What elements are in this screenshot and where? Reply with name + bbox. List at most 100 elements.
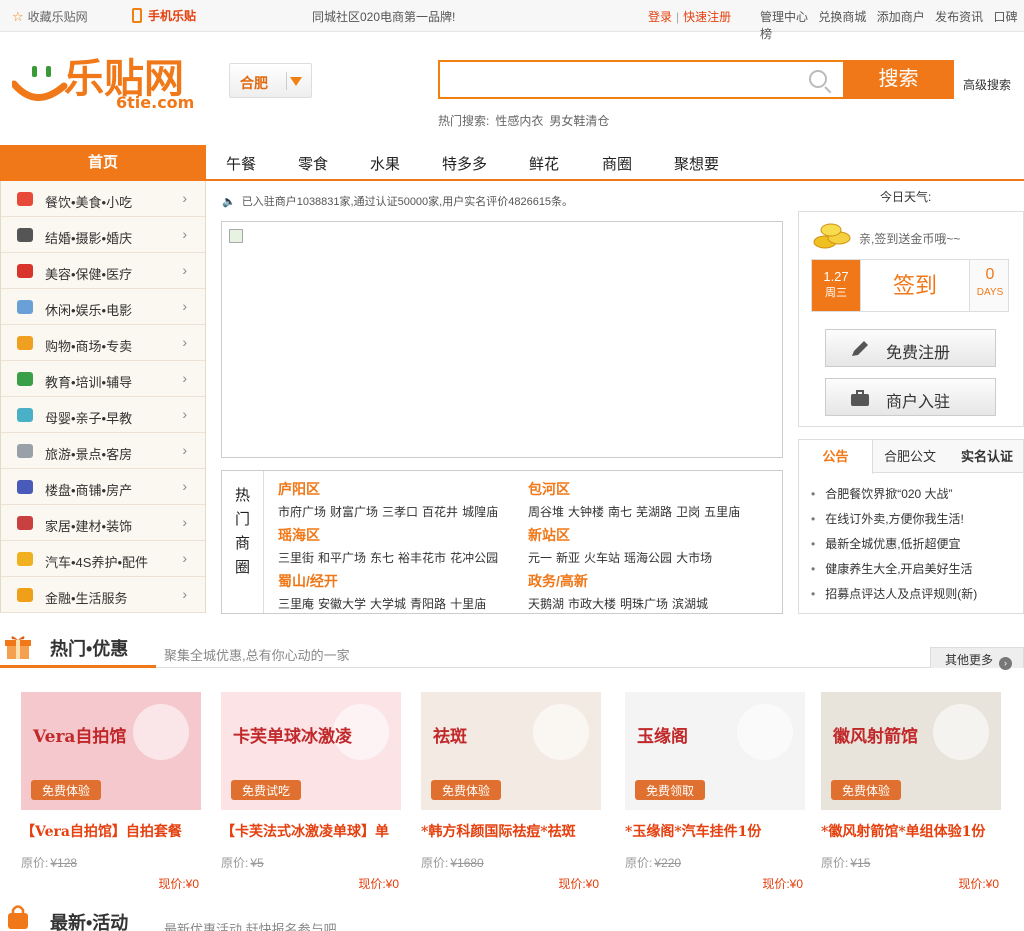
announcement-item[interactable]: 在线订外卖,方便你我生活! — [811, 508, 1023, 533]
deal-name[interactable]: *徽风射箭馆*单组体验1份 — [821, 821, 1003, 841]
district-area-link[interactable]: 和平广场 — [318, 551, 366, 565]
district-area-link[interactable]: 三孝口 — [382, 505, 418, 519]
free-register-button[interactable]: 免费注册 — [825, 329, 996, 367]
deal-image[interactable]: 玉缘阁 免费领取 — [625, 692, 805, 810]
deal-image[interactable]: 徽风射箭馆 免费体验 — [821, 692, 1001, 810]
more-deals-link[interactable]: 其他更多 › — [930, 647, 1024, 670]
favorite-link[interactable]: ☆ 收藏乐贴网 — [12, 8, 88, 25]
district-area-link[interactable]: 周谷堆 — [528, 505, 564, 519]
district-area-link[interactable]: 市政大楼 — [568, 597, 616, 611]
nav-item-juxiangyao[interactable]: 聚想要 — [674, 153, 719, 174]
district-area-link[interactable]: 五里庙 — [704, 505, 740, 519]
nav-item-flowers[interactable]: 鲜花 — [529, 153, 559, 174]
district-area-link[interactable]: 十里庙 — [450, 597, 486, 611]
category-item[interactable]: 餐饮•美食•小吃 › — [1, 181, 205, 217]
district-area-link[interactable]: 大市场 — [676, 551, 712, 565]
announcement-item[interactable]: 招募点评达人及点评规则(新) — [811, 583, 1023, 608]
category-item[interactable]: 美容•保健•医疗 › — [1, 253, 205, 289]
category-item[interactable]: 休闲•娱乐•电影 › — [1, 289, 205, 325]
district-area-link[interactable]: 三里街 — [278, 551, 314, 565]
category-item[interactable]: 家居•建材•装饰 › — [1, 505, 205, 541]
district-area-link[interactable]: 南七 — [608, 505, 632, 519]
district-area-link[interactable]: 三里庵 — [278, 597, 314, 611]
deal-image[interactable]: 祛斑 免费体验 — [421, 692, 601, 810]
nav-item-business-district[interactable]: 商圈 — [602, 153, 632, 174]
exchange-mall-link[interactable]: 兑换商城 — [818, 10, 866, 24]
nav-item-teduoduo[interactable]: 特多多 — [442, 153, 487, 174]
nav-item-snacks[interactable]: 零食 — [298, 153, 328, 174]
register-link[interactable]: 快速注册 — [683, 10, 731, 24]
category-item[interactable]: 楼盘•商铺•房产 › — [1, 469, 205, 505]
category-item[interactable]: 母婴•亲子•早教 › — [1, 397, 205, 433]
signin-button[interactable]: 签到 — [860, 260, 970, 311]
district-area-link[interactable]: 新亚 — [556, 551, 580, 565]
hot-search-term[interactable]: 男女鞋清仓 — [549, 114, 609, 128]
deal-card[interactable]: 卡芙单球冰激凌 免费试吃 【卡芙法式冰激凌单球】单 原价: ¥5 现价:¥0 — [221, 692, 403, 892]
district-area-link[interactable]: 大钟楼 — [568, 505, 604, 519]
site-logo[interactable]: 乐贴网 6tie.com — [10, 50, 202, 114]
deal-image[interactable]: 卡芙单球冰激凌 免费试吃 — [221, 692, 401, 810]
district-area-link[interactable]: 瑶海公园 — [624, 551, 672, 565]
district-area-link[interactable]: 城隍庙 — [462, 505, 498, 519]
district-area-link[interactable]: 财富广场 — [330, 505, 378, 519]
district-area-link[interactable]: 花冲公园 — [450, 551, 498, 565]
tab-hefei-docs[interactable]: 合肥公文 — [873, 440, 947, 473]
hot-search-term[interactable]: 性感内衣 — [495, 114, 543, 128]
nav-item-fruit[interactable]: 水果 — [370, 153, 400, 174]
nav-item-lunch[interactable]: 午餐 — [226, 153, 256, 174]
district-title[interactable]: 瑶海区 — [278, 525, 502, 545]
district-area-link[interactable]: 滨湖城 — [672, 597, 708, 611]
district-area-link[interactable]: 火车站 — [584, 551, 620, 565]
category-item[interactable]: 购物•商场•专卖 › — [1, 325, 205, 361]
announcement-item[interactable]: 健康养生大全,开启美好生活 — [811, 558, 1023, 583]
district-area-link[interactable]: 市府广场 — [278, 505, 326, 519]
deal-card[interactable]: 徽风射箭馆 免费体验 *徽风射箭馆*单组体验1份 原价: ¥15 现价:¥0 — [821, 692, 1003, 892]
district-area-link[interactable]: 裕丰花市 — [398, 551, 446, 565]
district-area-link[interactable]: 元一 — [528, 551, 552, 565]
district-area-link[interactable]: 天鹅湖 — [528, 597, 564, 611]
search-icon[interactable] — [809, 70, 827, 88]
district-title[interactable]: 政务/高新 — [528, 571, 712, 591]
add-merchant-link[interactable]: 添加商户 — [877, 10, 925, 24]
deal-name[interactable]: 【Vera自拍馆】自拍套餐 — [21, 821, 203, 841]
announcement-item[interactable]: 合肥餐饮界掀“020 大战” — [811, 483, 1023, 508]
district-area-link[interactable]: 明珠广场 — [620, 597, 668, 611]
deal-card[interactable]: Vera自拍馆 免费体验 【Vera自拍馆】自拍套餐 原价: ¥128 现价:¥0 — [21, 692, 203, 892]
announcement-item[interactable]: 最新全城优惠,低折超便宜 — [811, 533, 1023, 558]
district-area-link[interactable]: 卫岗 — [676, 505, 700, 519]
nav-home[interactable]: 首页 — [0, 145, 206, 181]
search-input[interactable] — [440, 62, 800, 96]
city-selector[interactable]: 合肥 — [229, 63, 312, 98]
district-area-link[interactable]: 东七 — [370, 551, 394, 565]
tab-verification[interactable]: 实名认证 — [949, 440, 1024, 473]
tab-announcements[interactable]: 公告 — [799, 440, 873, 474]
category-item[interactable]: 旅游•景点•客房 › — [1, 433, 205, 469]
admin-center-link[interactable]: 管理中心 — [760, 10, 808, 24]
advanced-search-link[interactable]: 高级搜索 — [963, 76, 1011, 93]
district-area-link[interactable]: 青阳路 — [410, 597, 446, 611]
deal-name[interactable]: *韩方科颜国际祛痘*祛斑 — [421, 821, 603, 841]
login-link[interactable]: 登录 — [648, 10, 672, 24]
district-title[interactable]: 新站区 — [528, 525, 716, 545]
mobile-link[interactable]: 手机乐贴 — [132, 7, 196, 24]
merchant-join-button[interactable]: 商户入驻 — [825, 378, 996, 416]
post-news-link[interactable]: 发布资讯 — [935, 10, 983, 24]
district-area-link[interactable]: 百花井 — [422, 505, 458, 519]
deal-card[interactable]: 祛斑 免费体验 *韩方科颜国际祛痘*祛斑 原价: ¥1680 现价:¥0 — [421, 692, 603, 892]
deal-name[interactable]: *玉缘阁*汽车挂件1份 — [625, 821, 807, 841]
district-title[interactable]: 庐阳区 — [278, 479, 502, 499]
deal-image[interactable]: Vera自拍馆 免费体验 — [21, 692, 201, 810]
category-item[interactable]: 汽车•4S养护•配件 › — [1, 541, 205, 577]
search-button[interactable]: 搜索 — [843, 60, 954, 99]
district-area-link[interactable]: 大学城 — [370, 597, 406, 611]
district-title[interactable]: 包河区 — [528, 479, 744, 499]
district-area-link[interactable]: 芜湖路 — [636, 505, 672, 519]
banner-slideshow[interactable] — [221, 221, 783, 458]
category-item[interactable]: 结婚•摄影•婚庆 › — [1, 217, 205, 253]
district-title[interactable]: 蜀山/经开 — [278, 571, 490, 591]
deal-card[interactable]: 玉缘阁 免费领取 *玉缘阁*汽车挂件1份 原价: ¥220 现价:¥0 — [625, 692, 807, 892]
deal-name[interactable]: 【卡芙法式冰激凌单球】单 — [221, 821, 403, 841]
category-item[interactable]: 金融•生活服务 › — [1, 577, 205, 613]
district-area-link[interactable]: 安徽大学 — [318, 597, 366, 611]
category-item[interactable]: 教育•培训•辅导 › — [1, 361, 205, 397]
